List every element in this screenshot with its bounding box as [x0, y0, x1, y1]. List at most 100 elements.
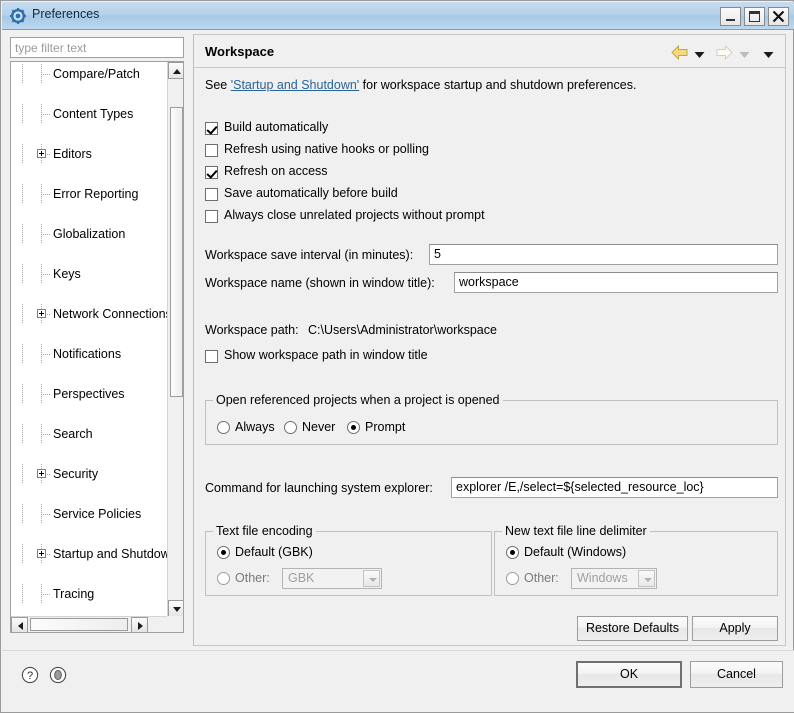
tree-item-globalization[interactable]: Globalization [11, 224, 168, 244]
checkbox-label: Build automatically [224, 120, 329, 134]
back-dropdown-icon[interactable] [694, 48, 705, 62]
tree-item-label: Perspectives [53, 387, 125, 401]
delimiter-combo-value: Windows [577, 571, 628, 585]
tree-guide-line [22, 544, 23, 564]
tree-item-security[interactable]: Security [11, 464, 168, 484]
back-arrow-icon[interactable] [671, 44, 688, 63]
tree-item-label: Compare/Patch [53, 67, 140, 81]
workspace-name-input[interactable]: workspace [454, 272, 778, 293]
tree-guide-line [22, 144, 23, 164]
tree-item-editors[interactable]: Editors [11, 144, 168, 164]
tree-guide-line [22, 304, 23, 324]
preference-page: Workspace See 'Startup and Shutdown' for… [193, 34, 786, 646]
checkbox-box[interactable] [205, 144, 218, 157]
tree-item-tracing[interactable]: Tracing [11, 584, 168, 604]
title-divider [194, 67, 785, 68]
apply-button[interactable]: Apply [692, 616, 778, 641]
chevron-down-icon[interactable] [363, 570, 380, 587]
tree-expand-icon[interactable] [37, 469, 46, 478]
delimiter-combo[interactable]: Windows [571, 568, 657, 589]
tree-item-service-policies[interactable]: Service Policies [11, 504, 168, 524]
preferences-tree[interactable]: Compare/Patch Content Types Editors Error R… [10, 61, 184, 633]
tree-expand-icon[interactable] [37, 149, 46, 158]
forward-dropdown-icon [739, 48, 750, 62]
tree-item-content-types[interactable]: Content Types [11, 104, 168, 124]
radio-delimiter-default[interactable] [506, 546, 519, 559]
tree-horizontal-scrollbar[interactable] [11, 616, 168, 632]
tree-guide-line [41, 434, 51, 435]
tree-expand-icon[interactable] [37, 549, 46, 558]
encoding-combo-value: GBK [288, 571, 315, 585]
radio-prompt[interactable] [347, 421, 360, 434]
scroll-left-button[interactable] [11, 617, 28, 632]
tree-guide-line [41, 74, 51, 75]
explorer-command-input[interactable]: explorer /E,/select=${selected_resource_… [451, 477, 778, 498]
scroll-right-button[interactable] [131, 617, 148, 632]
tree-guide-line [41, 234, 51, 235]
checkbox-label: Refresh using native hooks or polling [224, 142, 429, 156]
encoding-combo[interactable]: GBK [282, 568, 382, 589]
radio-never[interactable] [284, 421, 297, 434]
scroll-thumb-vertical[interactable] [170, 107, 183, 397]
tree-item-label: Globalization [53, 227, 126, 241]
tree-item-error-reporting[interactable]: Error Reporting [11, 184, 168, 204]
description-prefix: See [205, 78, 231, 92]
minimize-button[interactable] [720, 7, 741, 26]
view-menu-icon[interactable] [763, 48, 774, 62]
scroll-up-button[interactable] [168, 62, 183, 79]
cancel-button[interactable]: Cancel [690, 661, 783, 688]
scrollbar-corner [167, 616, 183, 632]
tree-item-startup-and-shutdown[interactable]: Startup and Shutdown [11, 544, 168, 564]
checkbox-box[interactable] [205, 350, 218, 363]
tree-item-search[interactable]: Search [11, 424, 168, 444]
ok-button[interactable]: OK [576, 661, 682, 688]
tree-guide-line [41, 274, 51, 275]
tree-item-perspectives[interactable]: Perspectives [11, 384, 168, 404]
close-button[interactable] [768, 7, 789, 26]
radio-always[interactable] [217, 421, 230, 434]
tree-guide-line [22, 344, 23, 364]
group-title: New text file line delimiter [502, 524, 650, 538]
startup-shutdown-link[interactable]: 'Startup and Shutdown' [231, 78, 359, 92]
radio-always-label: Always [235, 420, 275, 434]
restore-defaults-button[interactable]: Restore Defaults [577, 616, 688, 641]
workspace-path-label: Workspace path: [205, 323, 299, 337]
filter-input[interactable]: type filter text [10, 37, 184, 58]
radio-encoding-other[interactable] [217, 572, 230, 585]
tree-item-label: Service Policies [53, 507, 142, 521]
checkbox-box[interactable] [205, 122, 218, 135]
tree-guide-line [41, 514, 51, 515]
scroll-thumb-horizontal[interactable] [30, 618, 128, 631]
window-title: Preferences [32, 7, 100, 21]
tree-vertical-scrollbar[interactable] [167, 62, 183, 617]
save-interval-input[interactable]: 5 [429, 244, 778, 265]
chevron-down-icon[interactable] [638, 570, 655, 587]
group-title: Text file encoding [213, 524, 316, 538]
radio-encoding-other-label: Other: [235, 571, 270, 585]
tree-item-notifications[interactable]: Notifications [11, 344, 168, 364]
tree-item-keys[interactable]: Keys [11, 264, 168, 284]
radio-delimiter-other[interactable] [506, 572, 519, 585]
checkbox-box[interactable] [205, 188, 218, 201]
dialog-footer: ? OK Cancel [2, 650, 794, 712]
tree-item-compare-patch[interactable]: Compare/Patch [11, 64, 168, 84]
checkbox-box[interactable] [205, 210, 218, 223]
checkbox-box[interactable] [205, 166, 218, 179]
checkbox-label: Always close unrelated projects without … [224, 208, 485, 222]
help-question-icon[interactable]: ? [21, 666, 39, 687]
tree-guide-line [22, 584, 23, 604]
radio-encoding-default[interactable] [217, 546, 230, 559]
shell-info-icon[interactable] [49, 666, 67, 687]
radio-never-label: Never [302, 420, 336, 434]
workspace-name-label: Workspace name (shown in window title): [205, 276, 435, 290]
title-bar: Preferences [2, 2, 794, 30]
filter-placeholder: type filter text [15, 41, 87, 55]
tree-item-network-connections[interactable]: Network Connections [11, 304, 168, 324]
checkbox-label: Save automatically before build [224, 186, 398, 200]
tree-item-label: Notifications [53, 347, 122, 361]
tree-guide-line [41, 394, 51, 395]
open-referenced-projects-group: Open referenced projects when a project … [205, 393, 778, 445]
tree-expand-icon[interactable] [37, 309, 46, 318]
maximize-button[interactable] [744, 7, 765, 26]
scroll-down-button[interactable] [168, 600, 183, 617]
